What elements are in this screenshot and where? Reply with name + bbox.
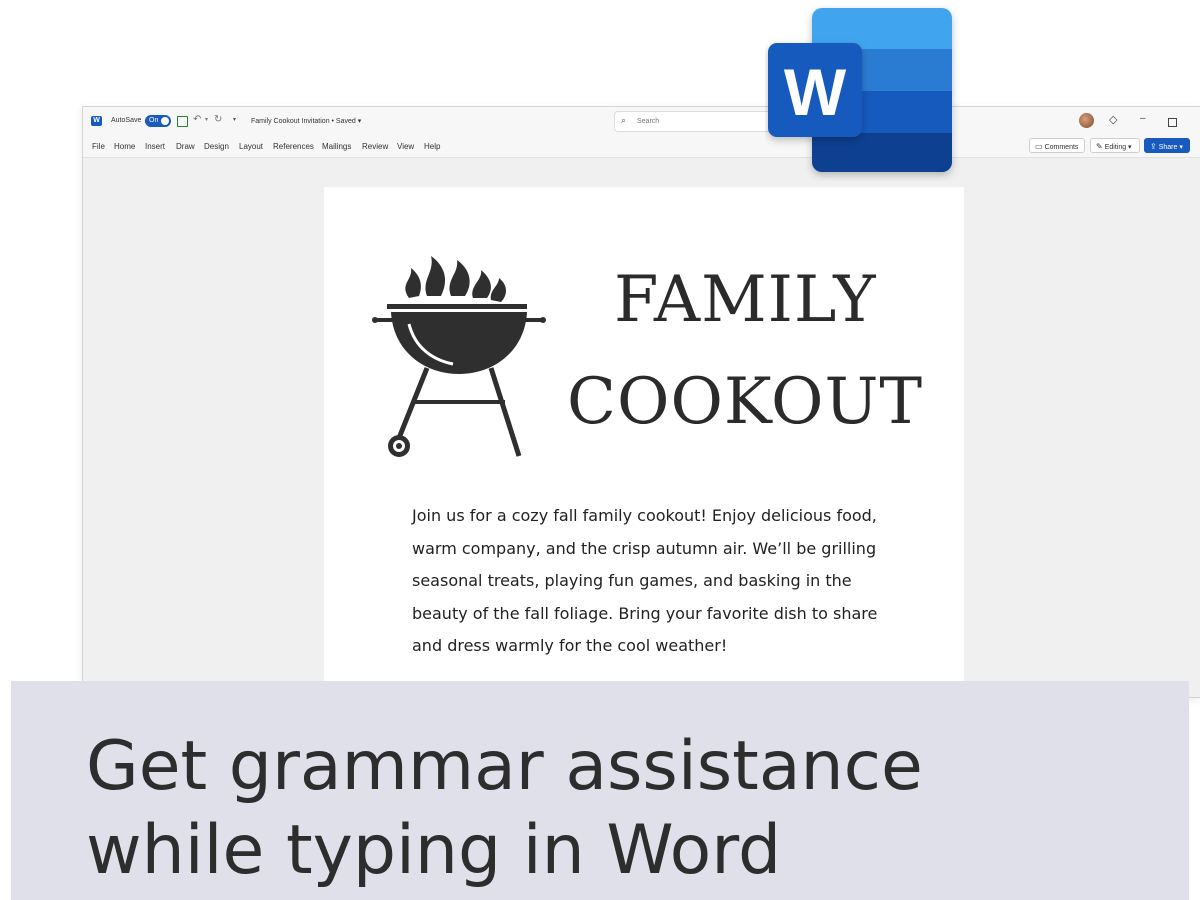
invitation-heading-line2: COOKOUT xyxy=(567,365,924,439)
menu-file[interactable]: File xyxy=(92,142,105,151)
menu-layout[interactable]: Layout xyxy=(239,142,263,151)
comments-button[interactable]: ▭ Comments xyxy=(1029,138,1085,153)
minimize-icon[interactable]: – xyxy=(1140,113,1146,124)
word-logo-letter: W xyxy=(784,55,847,129)
toggle-knob xyxy=(161,117,169,125)
menu-help[interactable]: Help xyxy=(424,142,440,151)
autosave-label: AutoSave xyxy=(111,117,142,124)
ribbon-menu-bar: File Home Insert Draw Design Layout Refe… xyxy=(83,135,1200,158)
comments-label: Comments xyxy=(1044,144,1079,151)
menu-references[interactable]: References xyxy=(273,142,314,151)
maximize-icon[interactable] xyxy=(1168,118,1177,127)
caption-line2: while typing in Word xyxy=(86,811,782,890)
undo-dropdown-icon[interactable]: ▾ xyxy=(205,116,208,123)
share-icon: ⇪ xyxy=(1150,142,1157,151)
save-icon[interactable] xyxy=(177,116,188,127)
customize-toolbar-icon[interactable]: ▾ xyxy=(233,116,236,123)
caption-line1: Get grammar assistance xyxy=(86,727,923,806)
document-title[interactable]: Family Cookout Invitation • Saved ▾ xyxy=(251,117,361,125)
document-page[interactable]: FAMILY COOKOUT Join us for a cozy fall f… xyxy=(324,187,964,687)
invitation-body-text: Join us for a cozy fall family cookout! … xyxy=(412,506,878,655)
invitation-heading-line1: FAMILY xyxy=(614,263,877,337)
editing-mode-button[interactable]: ✎ Editing ▾ xyxy=(1090,138,1140,153)
menu-mailings[interactable]: Mailings xyxy=(322,142,351,151)
editing-label: Editing ▾ xyxy=(1104,144,1132,151)
search-icon: ⌕ xyxy=(621,115,627,125)
autosave-toggle[interactable]: On xyxy=(145,115,171,127)
menu-draw[interactable]: Draw xyxy=(176,142,195,151)
avatar[interactable] xyxy=(1079,113,1094,128)
menu-view[interactable]: View xyxy=(397,142,414,151)
undo-icon[interactable]: ↶ xyxy=(193,114,201,125)
title-bar: W AutoSave On ↶ ▾ ↻ ▾ Family Cookout Inv… xyxy=(83,107,1200,135)
share-label: Share ▾ xyxy=(1158,144,1183,151)
search-placeholder: Search xyxy=(637,118,660,125)
premium-diamond-icon[interactable]: ◇ xyxy=(1109,113,1117,126)
comment-icon: ▭ xyxy=(1035,142,1043,151)
word-logo-icon: W xyxy=(768,8,952,172)
menu-design[interactable]: Design xyxy=(204,142,229,151)
pencil-icon: ✎ xyxy=(1096,142,1103,151)
redo-icon[interactable]: ↻ xyxy=(214,114,222,125)
share-button[interactable]: ⇪ Share ▾ xyxy=(1144,138,1190,153)
caption-text: Get grammar assistance while typing in W… xyxy=(86,725,923,893)
menu-insert[interactable]: Insert xyxy=(145,142,165,151)
grill-icon xyxy=(372,256,546,457)
caption-band: Get grammar assistance while typing in W… xyxy=(11,681,1189,900)
autosave-state: On xyxy=(149,117,159,124)
menu-review[interactable]: Review xyxy=(362,142,388,151)
menu-home[interactable]: Home xyxy=(114,142,135,151)
word-app-icon: W xyxy=(91,116,102,126)
